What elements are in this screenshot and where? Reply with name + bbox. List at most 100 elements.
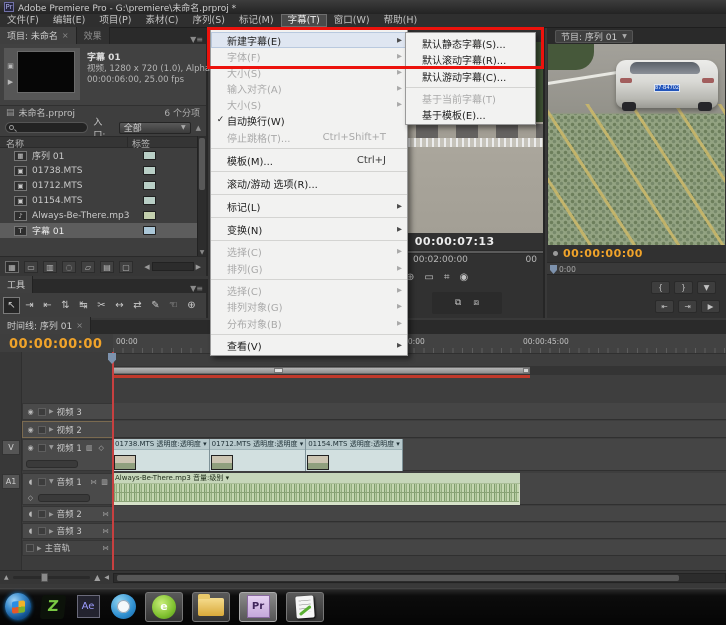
label-swatch[interactable] — [143, 181, 156, 190]
menu-item[interactable]: 查看(V) ▶ — [211, 337, 407, 353]
menubar-item[interactable]: 标记(M) — [232, 14, 281, 27]
twirl-icon[interactable]: ▶ — [49, 528, 54, 535]
title-bar[interactable]: Pr Adobe Premiere Pro - G:\premiere\未命名.… — [0, 0, 726, 14]
menubar-item[interactable]: 窗口(W) — [327, 14, 377, 27]
menu-item[interactable]: ✓ 自动换行(W) — [211, 112, 407, 128]
menu-item[interactable]: 排列对象(G) ▶ — [211, 298, 407, 314]
program-playhead-icon[interactable] — [550, 265, 557, 274]
tab-timeline[interactable]: 时间线: 序列 01 × — [0, 317, 91, 334]
twirl-icon[interactable]: ▼ — [49, 444, 54, 451]
set-display-style-icon[interactable]: ▥ — [100, 478, 109, 486]
timeline-scrollbar[interactable] — [113, 572, 726, 583]
mark-out-button[interactable]: } — [674, 281, 693, 294]
output-assign-icon[interactable]: ⋈ — [103, 544, 110, 552]
audio-target-badge[interactable]: A1 — [2, 474, 20, 489]
project-item-row[interactable]: ▦ 序列 01 — [0, 148, 199, 163]
track-master-header[interactable]: ▶ 主音轨 ⋈ — [22, 540, 113, 556]
clip-effect[interactable]: 透明度:透明度 ▾ — [157, 440, 207, 448]
taskbar-browser[interactable]: e — [145, 591, 183, 622]
menubar-item[interactable]: 序列(S) — [186, 14, 232, 27]
tab-effects[interactable]: 效果 — [76, 27, 110, 44]
label-swatch[interactable] — [143, 151, 156, 160]
play-in-out-button[interactable]: ▶ — [701, 300, 720, 313]
timeline-audio-clip[interactable]: Always-Be-There.mp3 音量:级别 ▾ — [113, 473, 520, 505]
eye-icon[interactable]: ◉ — [26, 408, 35, 416]
track-video1-content[interactable]: 01738.MTS 透明度:透明度 ▾ 01712.MTS 透明度:透明度 ▾ … — [113, 439, 726, 471]
twirl-icon[interactable]: ▶ — [49, 511, 54, 518]
eye-icon[interactable]: ◉ — [26, 444, 35, 452]
timeline-video-clip[interactable]: 01738.MTS 透明度:透明度 ▾ — [113, 439, 210, 471]
scroll-left-icon[interactable]: ◀ — [104, 574, 109, 581]
tool-button[interactable]: ⇅ — [57, 297, 74, 314]
output-assign-icon[interactable]: ⋈ — [103, 510, 110, 518]
menubar-item[interactable]: 帮助(H) — [377, 14, 425, 27]
track-audio3-header[interactable]: ◖ ▶ 音频 3 ⋈ — [22, 523, 113, 539]
lock-toggle[interactable] — [38, 425, 46, 434]
timeline-video-clip[interactable]: 01154.MTS 透明度:透明度 ▾ — [306, 439, 403, 471]
tool-button[interactable]: ⇥ — [21, 297, 38, 314]
lock-toggle[interactable] — [38, 443, 46, 452]
track-audio3-content[interactable] — [113, 523, 726, 539]
submenu-item[interactable]: 默认游动字幕(C)... — [406, 67, 535, 88]
taskbar-video-player[interactable] — [110, 594, 136, 620]
label-swatch[interactable] — [143, 211, 156, 220]
scroll-down-icon[interactable]: ▼ — [198, 249, 206, 256]
lock-toggle[interactable] — [38, 407, 46, 416]
panel-menu-icon[interactable]: ▼≡ — [190, 284, 203, 293]
menubar-item[interactable]: 字幕(T) — [280, 14, 327, 27]
new-item-button[interactable]: ▤ — [100, 260, 114, 273]
tool-button[interactable]: ↖ — [3, 297, 20, 314]
menu-item[interactable]: 模板(M)... Ctrl+J — [211, 151, 407, 172]
project-item-row[interactable]: ▣ 01154.MTS — [0, 193, 199, 208]
track-audio2-header[interactable]: ◖ ▶ 音频 2 ⋈ — [22, 506, 113, 522]
project-scrollbar[interactable]: ▼ — [197, 136, 206, 256]
track-audio1-content[interactable]: Always-Be-There.mp3 音量:级别 ▾ — [113, 473, 726, 505]
program-mini-ruler[interactable]: 0:00 — [547, 262, 726, 275]
search-input[interactable] — [5, 122, 89, 133]
menubar-item[interactable]: 文件(F) — [0, 14, 46, 27]
panel-menu-icon[interactable]: ▼≡ — [190, 35, 203, 44]
menu-item[interactable]: 大小(S) ▶ — [211, 96, 407, 112]
twirl-icon[interactable]: ▶ — [49, 426, 54, 433]
keyframe-icon[interactable]: ◇ — [97, 444, 106, 452]
lock-toggle[interactable] — [26, 544, 34, 552]
track-video3-header[interactable]: ◉ ▶ 视频 3 — [22, 403, 113, 420]
clip-effect[interactable]: 音量:级别 ▾ — [193, 474, 229, 482]
menu-item[interactable]: 标记(L) ▶ — [211, 197, 407, 218]
menubar-item[interactable]: 项目(P) — [92, 14, 138, 27]
mark-in-button[interactable]: { — [651, 281, 670, 294]
safe-margins-button[interactable]: ⌗ — [444, 272, 450, 283]
menu-item[interactable]: 滚动/游动 选项(R)... — [211, 174, 407, 195]
video-target-badge[interactable]: V — [2, 440, 20, 455]
twirl-icon[interactable]: ▼ — [49, 478, 54, 485]
track-video1-header[interactable]: ◉ ▼ 视频 3 视频 1 ▥ ◇ — [22, 439, 113, 471]
go-to-in-button[interactable]: ⇤ — [655, 300, 674, 313]
tool-button[interactable]: ☜ — [165, 297, 182, 314]
export-frame-button[interactable]: ◉ — [459, 272, 468, 283]
tool-button[interactable]: ↔ — [111, 297, 128, 314]
output-assign-icon[interactable]: ⋈ — [91, 478, 98, 486]
label-swatch[interactable] — [143, 196, 156, 205]
lift-button[interactable]: ▼ — [697, 281, 716, 294]
menubar-item[interactable]: 编辑(E) — [46, 14, 92, 27]
play-icon[interactable]: ▶ — [5, 78, 16, 86]
taskbar-explorer[interactable] — [192, 591, 230, 622]
lock-toggle[interactable] — [38, 527, 46, 535]
speaker-icon[interactable]: ◖ — [26, 478, 35, 486]
lock-toggle[interactable] — [38, 510, 46, 518]
taskbar-premiere[interactable]: Pr — [239, 591, 277, 622]
automate-to-sequence-button[interactable]: ▥ — [43, 260, 57, 273]
overwrite-button[interactable]: ▭ — [424, 272, 433, 283]
zoom-slider-thumb[interactable] — [40, 573, 48, 582]
label-swatch[interactable] — [143, 166, 156, 175]
work-area-bar[interactable] — [113, 367, 530, 374]
project-item-row[interactable]: ▣ 01738.MTS — [0, 163, 199, 178]
menu-item[interactable]: 选择(C) ▶ — [211, 282, 407, 298]
zoom-out-icon[interactable]: ▲ — [4, 574, 9, 581]
tab-tools[interactable]: 工具 — [0, 276, 34, 293]
set-display-style-icon[interactable]: ▥ — [85, 444, 94, 452]
go-to-out-button[interactable]: ⇥ — [678, 300, 697, 313]
drag-audio-icon[interactable]: ⧈ — [473, 298, 479, 308]
scroll-left-icon[interactable]: ◀ — [144, 263, 149, 271]
project-item-row[interactable]: T 字幕 01 — [0, 223, 199, 238]
